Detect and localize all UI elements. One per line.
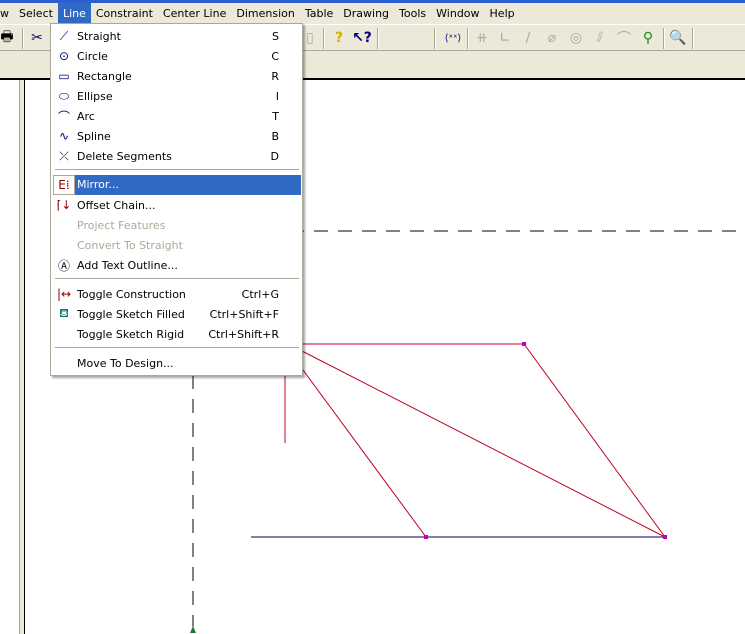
menu-item-label: Offset Chain...	[77, 198, 156, 212]
sketch-point	[522, 342, 526, 346]
menu-item-label: Spline	[77, 129, 111, 143]
menu-item-add-text-outline[interactable]: Ⓐ Add Text Outline...	[53, 255, 301, 275]
offset-chain-icon: ⌈↓	[56, 198, 72, 212]
mirror-icon: E⁞	[53, 175, 75, 195]
menu-item-mirror[interactable]: E⁞ Mirror...	[53, 175, 301, 195]
menu-item-delete-segments[interactable]: ⤫ Delete Segments D	[53, 146, 301, 166]
menu-item-label: Mirror...	[75, 175, 301, 195]
menu-separator	[55, 347, 299, 349]
menu-item-circle[interactable]: ⊙ Circle C	[53, 46, 301, 66]
sketch-point	[663, 535, 667, 539]
menu-item-label: Convert To Straight	[77, 238, 183, 252]
spline-icon: ∿	[58, 129, 70, 143]
sketch-line	[302, 369, 427, 538]
menu-item-convert-to-straight[interactable]: Convert To Straight	[53, 235, 301, 255]
menu-item-label: Toggle Construction	[77, 287, 186, 301]
menu-item-shortcut: Ctrl+G	[241, 287, 279, 301]
arc-icon: ⌒	[57, 109, 70, 124]
menu-item-shortcut: I	[275, 89, 279, 103]
menu-item-label: Move To Design...	[77, 356, 174, 370]
menu-item-spline[interactable]: ∿ Spline B	[53, 126, 301, 146]
rectangle-icon: ▭	[58, 69, 70, 83]
text-outline-icon: Ⓐ	[57, 258, 70, 273]
line-icon: ⟋	[59, 28, 69, 43]
menu-item-label: Rectangle	[77, 69, 132, 83]
menu-item-shortcut: Ctrl+Shift+R	[208, 327, 279, 341]
menu-item-shortcut: C	[271, 49, 279, 63]
menu-item-label: Ellipse	[77, 89, 113, 103]
circle-icon: ⊙	[58, 49, 70, 63]
menu-item-label: Arc	[77, 109, 95, 123]
menu-item-shortcut: D	[270, 149, 279, 163]
menu-item-arc[interactable]: ⌒ Arc T	[53, 106, 301, 126]
menu-item-shortcut: Ctrl+Shift+F	[209, 307, 279, 321]
line-menu-dropdown: ⟋ Straight S ⊙ Circle C ▭ Rectangle R ⬭ Ellipse…	[50, 23, 303, 376]
delete-segments-icon: ⤫	[59, 148, 69, 163]
sketch-line	[299, 349, 666, 538]
menu-item-shortcut: B	[271, 129, 279, 143]
menu-item-ellipse[interactable]: ⬭ Ellipse I	[53, 86, 301, 106]
sketch-point	[424, 535, 428, 539]
menu-item-toggle-sketch-filled[interactable]: ⛾ Toggle Sketch Filled Ctrl+Shift+F	[53, 304, 301, 324]
menu-item-offset-chain[interactable]: ⌈↓ Offset Chain...	[53, 195, 301, 215]
menu-item-label: Project Features	[77, 218, 166, 232]
menu-item-move-to-design[interactable]: Move To Design...	[53, 353, 301, 373]
sketch-line	[523, 343, 666, 538]
menu-item-straight[interactable]: ⟋ Straight S	[53, 26, 301, 46]
menu-item-label: Circle	[77, 49, 108, 63]
ellipse-icon: ⬭	[58, 88, 70, 103]
menu-item-rectangle[interactable]: ▭ Rectangle R	[53, 66, 301, 86]
menu-item-shortcut: T	[272, 109, 279, 123]
menu-separator	[55, 169, 299, 171]
fill-bucket-icon: ⛾	[59, 306, 69, 320]
menu-item-toggle-sketch-rigid[interactable]: Toggle Sketch Rigid Ctrl+Shift+R	[53, 324, 301, 344]
origin-marker	[190, 626, 196, 633]
menu-item-toggle-construction[interactable]: |↔ Toggle Construction Ctrl+G	[53, 284, 301, 304]
menu-item-label: Toggle Sketch Filled	[77, 307, 185, 321]
menu-item-shortcut: S	[272, 29, 279, 43]
construction-icon: |↔	[56, 287, 72, 301]
menu-item-shortcut: R	[271, 69, 279, 83]
menu-item-label: Toggle Sketch Rigid	[77, 327, 185, 341]
menu-item-label: Delete Segments	[77, 149, 172, 163]
menu-separator	[55, 278, 299, 280]
menu-item-label: Add Text Outline...	[77, 258, 178, 272]
menu-item-project-features[interactable]: Project Features	[53, 215, 301, 235]
menu-item-label: Straight	[77, 29, 121, 43]
